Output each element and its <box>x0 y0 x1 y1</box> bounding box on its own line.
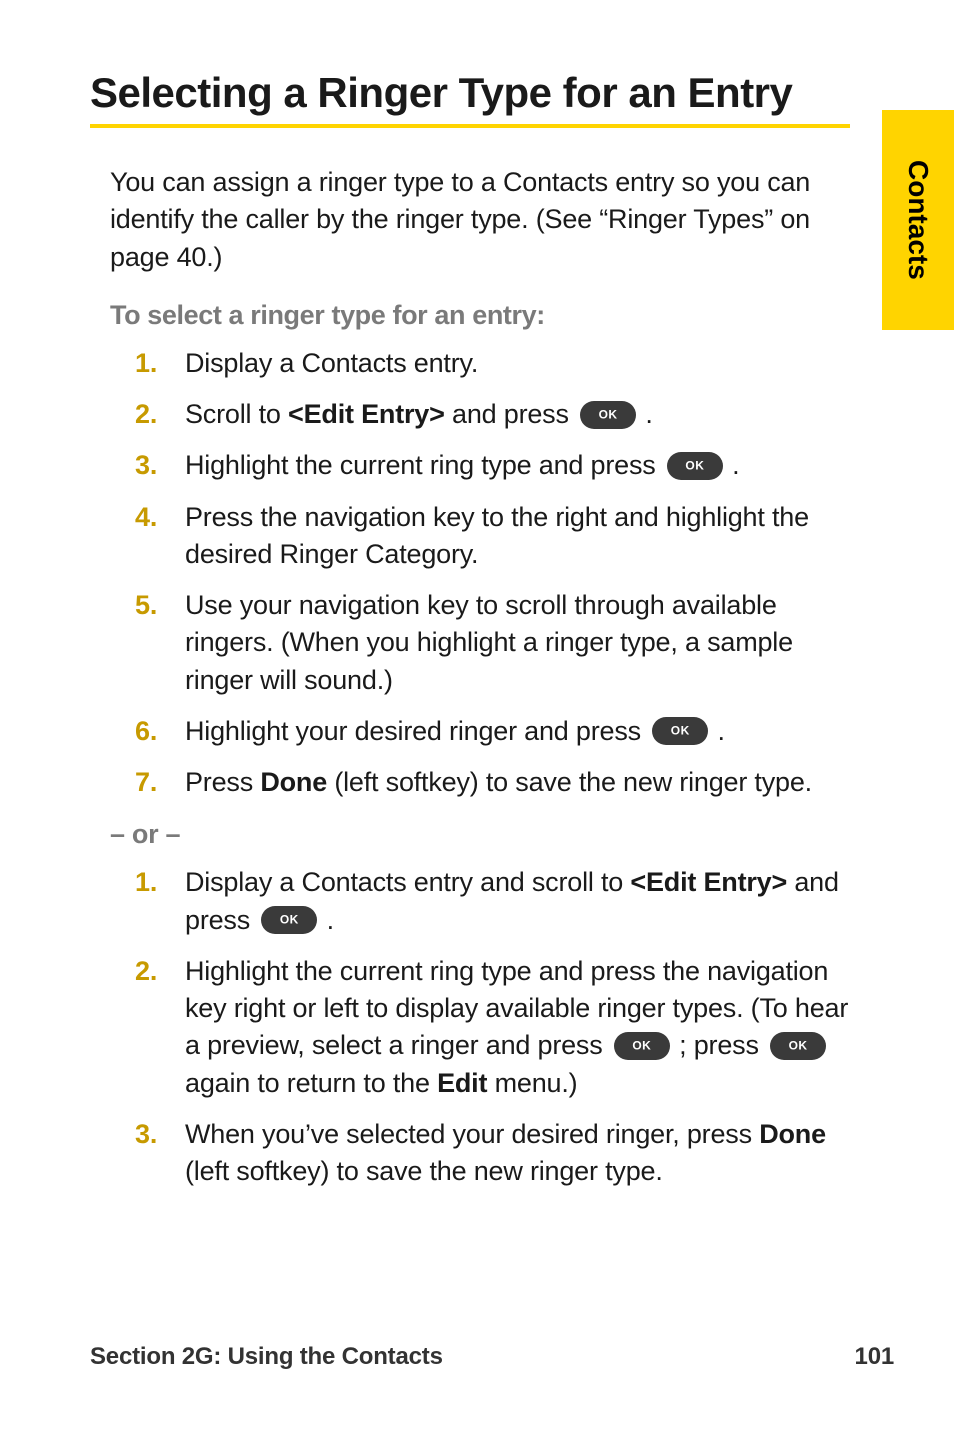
step-text: . <box>710 716 725 746</box>
step-item: Highlight your desired ringer and press … <box>135 713 850 750</box>
procedure-heading: To select a ringer type for an entry: <box>110 300 850 331</box>
step-text: Highlight the current ring type and pres… <box>185 450 663 480</box>
heading-underline <box>90 124 850 128</box>
step-text: . <box>725 450 740 480</box>
step-text: Press <box>185 767 260 797</box>
or-separator: – or – <box>110 819 850 850</box>
ok-button-icon <box>667 452 723 480</box>
step-item: Press Done (left softkey) to save the ne… <box>135 764 850 801</box>
done-label: Done <box>260 767 327 797</box>
step-item: Use your navigation key to scroll throug… <box>135 587 850 699</box>
page: Contacts Selecting a Ringer Type for an … <box>0 0 954 1431</box>
step-text: menu.) <box>487 1068 577 1098</box>
step-text: (left softkey) to save the new ringer ty… <box>327 767 812 797</box>
step-text: ; press <box>672 1030 766 1060</box>
edit-entry-label: <Edit Entry> <box>288 399 445 429</box>
step-item: Press the navigation key to the right an… <box>135 499 850 574</box>
step-text: and press <box>445 399 576 429</box>
step-text: Highlight your desired ringer and press <box>185 716 648 746</box>
content-area: Selecting a Ringer Type for an Entry You… <box>90 70 850 1208</box>
step-item: Display a Contacts entry. <box>135 345 850 382</box>
step-text: (left softkey) to save the new ringer ty… <box>185 1156 663 1186</box>
edit-entry-label: <Edit Entry> <box>630 867 787 897</box>
step-text: Scroll to <box>185 399 288 429</box>
footer-page-number: 101 <box>855 1343 894 1371</box>
step-text: . <box>638 399 653 429</box>
step-text: . <box>319 905 334 935</box>
step-text: Display a Contacts entry. <box>185 348 478 378</box>
section-tab: Contacts <box>882 110 954 330</box>
page-title: Selecting a Ringer Type for an Entry <box>90 70 850 116</box>
step-text: again to return to the <box>185 1068 437 1098</box>
done-label: Done <box>759 1119 826 1149</box>
edit-label: Edit <box>437 1068 487 1098</box>
ok-button-icon <box>580 401 636 429</box>
section-tab-label: Contacts <box>902 160 934 280</box>
step-text: Press the navigation key to the right an… <box>185 502 809 569</box>
step-item: Display a Contacts entry and scroll to <… <box>135 864 850 939</box>
steps-list-2: Display a Contacts entry and scroll to <… <box>135 864 850 1190</box>
steps-list-1: Display a Contacts entry. Scroll to <Edi… <box>135 345 850 802</box>
ok-button-icon <box>261 906 317 934</box>
page-footer: Section 2G: Using the Contacts 101 <box>90 1343 894 1371</box>
ok-button-icon <box>614 1032 670 1060</box>
footer-section-label: Section 2G: Using the Contacts <box>90 1343 443 1371</box>
step-item: Highlight the current ring type and pres… <box>135 953 850 1102</box>
step-text: Use your navigation key to scroll throug… <box>185 590 793 695</box>
step-item: Scroll to <Edit Entry> and press . <box>135 396 850 433</box>
ok-button-icon <box>770 1032 826 1060</box>
step-text: Display a Contacts entry and scroll to <box>185 867 630 897</box>
step-text: When you’ve selected your desired ringer… <box>185 1119 759 1149</box>
step-item: When you’ve selected your desired ringer… <box>135 1116 850 1191</box>
step-item: Highlight the current ring type and pres… <box>135 447 850 484</box>
ok-button-icon <box>652 717 708 745</box>
intro-paragraph: You can assign a ringer type to a Contac… <box>110 164 850 276</box>
